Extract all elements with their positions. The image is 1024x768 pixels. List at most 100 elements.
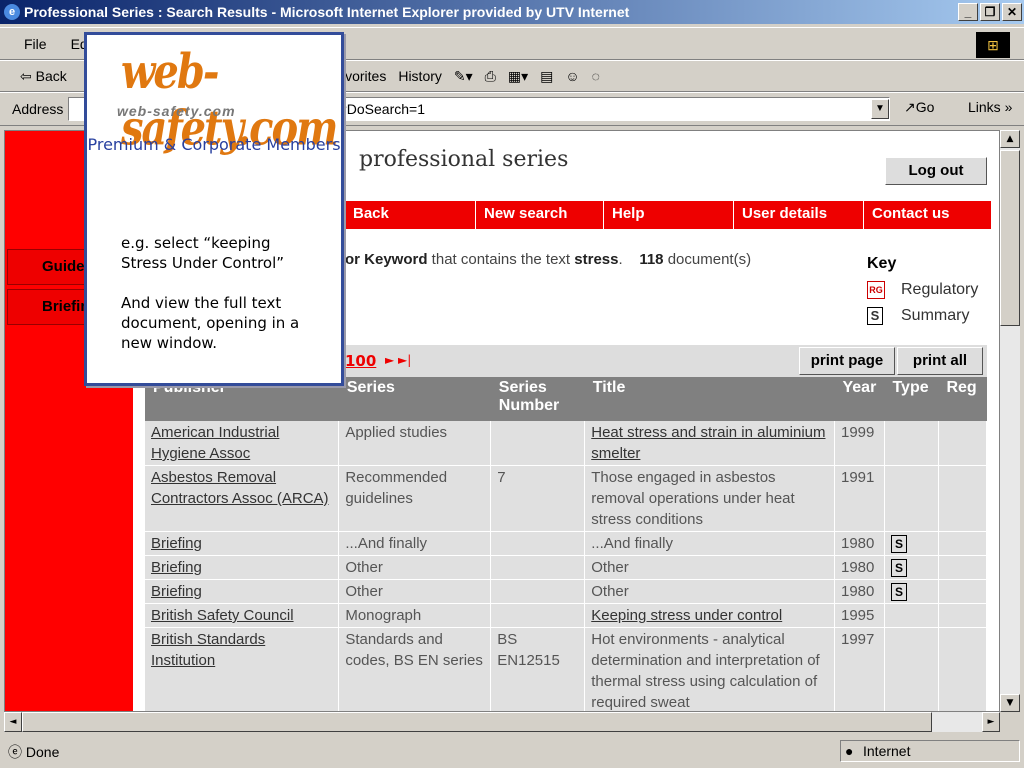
cell-title[interactable]: Keeping stress under control <box>584 603 835 628</box>
cell-type: S <box>884 579 939 604</box>
horizontal-scroll-thumb[interactable] <box>22 712 932 732</box>
cell-series-number <box>490 555 586 580</box>
pager-number[interactable]: 100 <box>345 352 376 370</box>
status-bar: ⓔ Done ● Internet <box>0 736 1024 766</box>
cell-title: Other <box>584 555 835 580</box>
print-all-button[interactable]: print all <box>897 347 983 375</box>
key-legend: Key RG Regulatory S Summary <box>867 255 978 325</box>
horizontal-scrollbar[interactable]: ◄ ► <box>4 712 1000 732</box>
cell-publisher[interactable]: Asbestos Removal Contractors Assoc (ARCA… <box>145 465 340 532</box>
members-label: Premium & Corporate Members <box>87 135 341 154</box>
cell-publisher[interactable]: British Safety Council <box>145 603 340 628</box>
windows-logo-icon: ⊞ <box>976 32 1010 58</box>
cell-title: ...And finally <box>584 531 835 556</box>
address-dropdown-icon[interactable]: ▼ <box>871 99 889 119</box>
nav-new-search[interactable]: New search <box>475 201 603 229</box>
cell-publisher[interactable]: Briefing <box>145 531 340 556</box>
address-value: ?DoSearch=1 <box>339 101 426 117</box>
minimize-button[interactable]: _ <box>958 3 978 21</box>
main-nav: Back New search Help User details Contac… <box>345 201 991 229</box>
result-suffix: document(s) <box>663 251 752 268</box>
scroll-down-icon[interactable]: ▼ <box>1000 694 1020 712</box>
cell-series: Recommended guidelines <box>338 465 492 532</box>
col-year[interactable]: Year <box>834 377 885 421</box>
cell-series-number <box>490 579 586 604</box>
vertical-scroll-thumb[interactable] <box>1000 150 1020 326</box>
cell-type <box>884 421 939 466</box>
callout-text-2: And view the full text document, opening… <box>121 294 300 352</box>
zone-label: Internet <box>863 743 911 759</box>
cell-type <box>884 627 939 711</box>
cell-reg <box>938 421 988 466</box>
table-row[interactable]: American Industrial Hygiene Assoc Applied… <box>145 421 988 466</box>
col-reg[interactable]: Reg <box>938 377 987 421</box>
word-icon[interactable]: ▦▾ <box>508 68 528 85</box>
cell-publisher[interactable]: American Industrial Hygiene Assoc <box>145 421 340 466</box>
table-row[interactable]: Briefing Other Other 1980 S <box>145 579 988 604</box>
cell-publisher[interactable]: British Standards Institution <box>145 627 340 711</box>
cell-series: Standards and codes, BS EN series <box>338 627 492 711</box>
search-summary: or Keyword that contains the text stress… <box>345 251 752 268</box>
cell-type <box>884 603 939 628</box>
cell-year: 1999 <box>834 421 885 466</box>
go-button[interactable]: ↗Go <box>904 99 934 116</box>
scroll-up-icon[interactable]: ▲ <box>1000 130 1020 148</box>
vertical-scrollbar[interactable]: ▲ ▼ <box>1000 130 1020 712</box>
table-row[interactable]: Asbestos Removal Contractors Assoc (ARCA… <box>145 465 988 532</box>
web-safety-logo-sub: web-safety.com <box>117 103 236 119</box>
messenger-icon[interactable]: ☺ <box>565 68 579 84</box>
summary-icon[interactable]: S <box>890 559 907 577</box>
summary-icon[interactable]: S <box>890 535 907 553</box>
cell-title[interactable]: Heat stress and strain in aluminium smel… <box>584 421 835 466</box>
back-button[interactable]: ⇦ Back <box>20 68 67 85</box>
discuss-icon[interactable]: ▤ <box>540 68 553 85</box>
cell-title: Hot environments - analytical determinat… <box>584 627 835 711</box>
maximize-button[interactable]: ❐ <box>980 3 1000 21</box>
table-row[interactable]: Briefing Other Other 1980 S <box>145 555 988 580</box>
col-type[interactable]: Type <box>884 377 939 421</box>
print-icon[interactable]: ⎙ <box>485 68 496 85</box>
col-series-number[interactable]: Series Number <box>490 377 585 421</box>
scroll-left-icon[interactable]: ◄ <box>4 712 22 732</box>
col-title[interactable]: Title <box>584 377 835 421</box>
close-button[interactable]: ✕ <box>1002 3 1022 21</box>
callout-text: e.g. select “keeping Stress Under Contro… <box>121 233 321 373</box>
col-series[interactable]: Series <box>338 377 491 421</box>
table-row[interactable]: Briefing ...And finally ...And finally 1980… <box>145 531 988 556</box>
cell-publisher[interactable]: Briefing <box>145 579 340 604</box>
nav-contact-us[interactable]: Contact us <box>863 201 991 229</box>
cell-series-number <box>490 531 586 556</box>
chat-icon[interactable]: ◌ <box>592 68 600 84</box>
cell-series: Applied studies <box>338 421 492 466</box>
search-middle-text: that contains the text <box>427 251 575 268</box>
regulatory-icon: RG <box>867 281 885 299</box>
go-label: Go <box>915 99 935 115</box>
scroll-right-icon[interactable]: ► <box>982 712 1000 732</box>
cell-title: Other <box>584 579 835 604</box>
cell-series-number <box>490 421 586 466</box>
history-button[interactable]: History <box>398 68 442 84</box>
cell-series: Monograph <box>338 603 492 628</box>
logout-button[interactable]: Log out <box>885 157 987 185</box>
nav-back[interactable]: Back <box>345 201 475 229</box>
print-page-button[interactable]: print page <box>799 347 895 375</box>
cell-series-number: 7 <box>490 465 586 532</box>
cell-title: Those engaged in asbestos removal operat… <box>584 465 835 532</box>
cell-series-number: BS EN12515 <box>490 627 586 711</box>
cell-type: S <box>884 555 939 580</box>
table-row[interactable]: British Safety Council Monograph Keeping s… <box>145 603 988 628</box>
table-row[interactable]: British Standards Institution Standards a… <box>145 627 988 711</box>
cell-reg <box>938 579 988 604</box>
key-regulatory: Regulatory <box>901 281 979 298</box>
cell-publisher[interactable]: Briefing <box>145 555 340 580</box>
menu-file[interactable]: File <box>24 36 47 52</box>
summary-icon[interactable]: S <box>890 583 907 601</box>
next-page-icon[interactable]: ► ►| <box>385 353 411 367</box>
nav-user-details[interactable]: User details <box>733 201 863 229</box>
key-summary: Summary <box>901 307 970 324</box>
links-button[interactable]: Links » <box>968 99 1012 115</box>
cell-series: ...And finally <box>338 531 492 556</box>
edit-icon[interactable]: ✎▾ <box>454 68 473 85</box>
nav-help[interactable]: Help <box>603 201 733 229</box>
ie-icon: e <box>4 4 20 20</box>
